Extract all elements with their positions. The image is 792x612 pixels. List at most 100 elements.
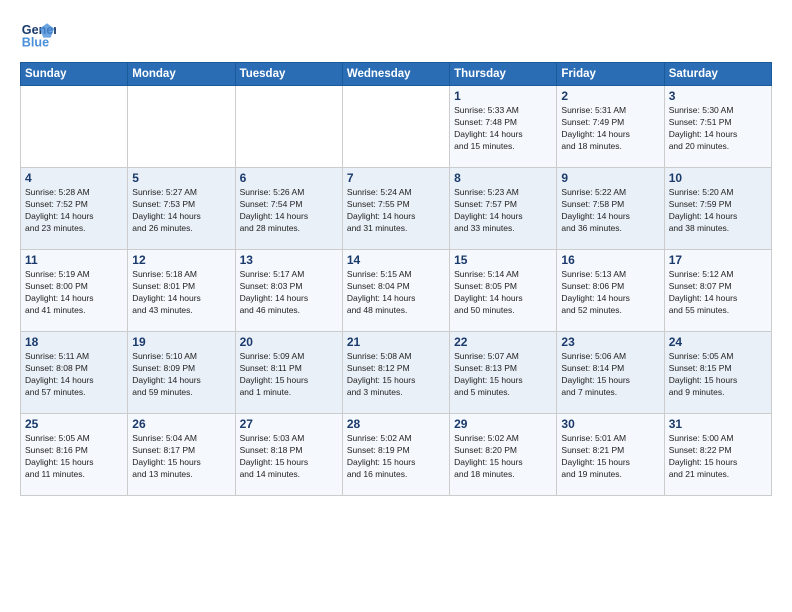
day-number: 2 [561, 89, 659, 103]
cell-details: Sunrise: 5:10 AMSunset: 8:09 PMDaylight:… [132, 351, 230, 399]
calendar-week-row: 4 Sunrise: 5:28 AMSunset: 7:52 PMDaylight… [21, 168, 772, 250]
cell-details: Sunrise: 5:20 AMSunset: 7:59 PMDaylight:… [669, 187, 767, 235]
day-number: 11 [25, 253, 123, 267]
calendar-day-header: Friday [557, 63, 664, 86]
calendar-cell: 8 Sunrise: 5:23 AMSunset: 7:57 PMDaylight… [450, 168, 557, 250]
day-number: 24 [669, 335, 767, 349]
cell-details: Sunrise: 5:24 AMSunset: 7:55 PMDaylight:… [347, 187, 445, 235]
cell-details: Sunrise: 5:19 AMSunset: 8:00 PMDaylight:… [25, 269, 123, 317]
day-number: 22 [454, 335, 552, 349]
day-number: 28 [347, 417, 445, 431]
cell-details: Sunrise: 5:26 AMSunset: 7:54 PMDaylight:… [240, 187, 338, 235]
day-number: 4 [25, 171, 123, 185]
calendar-week-row: 25 Sunrise: 5:05 AMSunset: 8:16 PMDayligh… [21, 414, 772, 496]
calendar-week-row: 11 Sunrise: 5:19 AMSunset: 8:00 PMDayligh… [21, 250, 772, 332]
day-number: 14 [347, 253, 445, 267]
calendar-cell: 25 Sunrise: 5:05 AMSunset: 8:16 PMDayligh… [21, 414, 128, 496]
day-number: 16 [561, 253, 659, 267]
calendar-cell: 4 Sunrise: 5:28 AMSunset: 7:52 PMDaylight… [21, 168, 128, 250]
cell-details: Sunrise: 5:15 AMSunset: 8:04 PMDaylight:… [347, 269, 445, 317]
calendar-cell: 19 Sunrise: 5:10 AMSunset: 8:09 PMDayligh… [128, 332, 235, 414]
calendar-cell: 21Sunrise: 5:08 AMSunset: 8:12 PMDayligh… [342, 332, 449, 414]
calendar-cell: 17 Sunrise: 5:12 AMSunset: 8:07 PMDayligh… [664, 250, 771, 332]
calendar-day-header: Wednesday [342, 63, 449, 86]
calendar-week-row: 1Sunrise: 5:33 AMSunset: 7:48 PMDaylight… [21, 86, 772, 168]
calendar-cell [128, 86, 235, 168]
day-number: 6 [240, 171, 338, 185]
calendar-cell: 27Sunrise: 5:03 AMSunset: 8:18 PMDayligh… [235, 414, 342, 496]
day-number: 5 [132, 171, 230, 185]
day-number: 19 [132, 335, 230, 349]
calendar-cell: 11 Sunrise: 5:19 AMSunset: 8:00 PMDayligh… [21, 250, 128, 332]
calendar-cell: 30 Sunrise: 5:01 AMSunset: 8:21 PMDayligh… [557, 414, 664, 496]
day-number: 21 [347, 335, 445, 349]
calendar-cell: 28 Sunrise: 5:02 AMSunset: 8:19 PMDayligh… [342, 414, 449, 496]
calendar-cell: 7 Sunrise: 5:24 AMSunset: 7:55 PMDaylight… [342, 168, 449, 250]
calendar-cell: 1Sunrise: 5:33 AMSunset: 7:48 PMDaylight… [450, 86, 557, 168]
day-number: 17 [669, 253, 767, 267]
calendar-cell: 14 Sunrise: 5:15 AMSunset: 8:04 PMDayligh… [342, 250, 449, 332]
calendar-day-header: Tuesday [235, 63, 342, 86]
calendar-cell: 22 Sunrise: 5:07 AMSunset: 8:13 PMDayligh… [450, 332, 557, 414]
calendar-cell: 15Sunrise: 5:14 AMSunset: 8:05 PMDayligh… [450, 250, 557, 332]
calendar-header-row: SundayMondayTuesdayWednesdayThursdayFrid… [21, 63, 772, 86]
cell-details: Sunrise: 5:05 AMSunset: 8:16 PMDaylight:… [25, 433, 123, 481]
calendar-cell: 16 Sunrise: 5:13 AMSunset: 8:06 PMDayligh… [557, 250, 664, 332]
cell-details: Sunrise: 5:17 AMSunset: 8:03 PMDaylight:… [240, 269, 338, 317]
cell-details: Sunrise: 5:03 AMSunset: 8:18 PMDaylight:… [240, 433, 338, 481]
cell-details: Sunrise: 5:33 AMSunset: 7:48 PMDaylight:… [454, 105, 552, 153]
cell-details: Sunrise: 5:31 AMSunset: 7:49 PMDaylight:… [561, 105, 659, 153]
calendar-cell: 2 Sunrise: 5:31 AMSunset: 7:49 PMDaylight… [557, 86, 664, 168]
day-number: 26 [132, 417, 230, 431]
day-number: 25 [25, 417, 123, 431]
cell-details: Sunrise: 5:02 AMSunset: 8:19 PMDaylight:… [347, 433, 445, 481]
logo-icon: General Blue [20, 16, 56, 52]
calendar-cell: 23Sunrise: 5:06 AMSunset: 8:14 PMDayligh… [557, 332, 664, 414]
calendar-cell: 29 Sunrise: 5:02 AMSunset: 8:20 PMDayligh… [450, 414, 557, 496]
day-number: 31 [669, 417, 767, 431]
calendar-day-header: Monday [128, 63, 235, 86]
calendar-week-row: 18Sunrise: 5:11 AMSunset: 8:08 PMDayligh… [21, 332, 772, 414]
page: General Blue SundayMondayTuesdayWednesda… [0, 0, 792, 612]
day-number: 15 [454, 253, 552, 267]
header: General Blue [20, 16, 772, 52]
calendar-cell: 20Sunrise: 5:09 AMSunset: 8:11 PMDayligh… [235, 332, 342, 414]
calendar-cell: 9Sunrise: 5:22 AMSunset: 7:58 PMDaylight… [557, 168, 664, 250]
calendar-cell: 12Sunrise: 5:18 AMSunset: 8:01 PMDayligh… [128, 250, 235, 332]
cell-details: Sunrise: 5:22 AMSunset: 7:58 PMDaylight:… [561, 187, 659, 235]
logo: General Blue [20, 16, 56, 52]
cell-details: Sunrise: 5:30 AMSunset: 7:51 PMDaylight:… [669, 105, 767, 153]
calendar-cell: 10Sunrise: 5:20 AMSunset: 7:59 PMDayligh… [664, 168, 771, 250]
calendar-day-header: Sunday [21, 63, 128, 86]
calendar-cell [21, 86, 128, 168]
calendar-cell: 31Sunrise: 5:00 AMSunset: 8:22 PMDayligh… [664, 414, 771, 496]
cell-details: Sunrise: 5:05 AMSunset: 8:15 PMDaylight:… [669, 351, 767, 399]
day-number: 7 [347, 171, 445, 185]
calendar-table: SundayMondayTuesdayWednesdayThursdayFrid… [20, 62, 772, 496]
svg-text:Blue: Blue [22, 36, 49, 50]
day-number: 12 [132, 253, 230, 267]
day-number: 13 [240, 253, 338, 267]
cell-details: Sunrise: 5:07 AMSunset: 8:13 PMDaylight:… [454, 351, 552, 399]
calendar-cell: 18Sunrise: 5:11 AMSunset: 8:08 PMDayligh… [21, 332, 128, 414]
cell-details: Sunrise: 5:28 AMSunset: 7:52 PMDaylight:… [25, 187, 123, 235]
calendar-cell: 3 Sunrise: 5:30 AMSunset: 7:51 PMDaylight… [664, 86, 771, 168]
calendar-cell [342, 86, 449, 168]
cell-details: Sunrise: 5:23 AMSunset: 7:57 PMDaylight:… [454, 187, 552, 235]
cell-details: Sunrise: 5:12 AMSunset: 8:07 PMDaylight:… [669, 269, 767, 317]
cell-details: Sunrise: 5:04 AMSunset: 8:17 PMDaylight:… [132, 433, 230, 481]
cell-details: Sunrise: 5:02 AMSunset: 8:20 PMDaylight:… [454, 433, 552, 481]
cell-details: Sunrise: 5:09 AMSunset: 8:11 PMDaylight:… [240, 351, 338, 399]
day-number: 18 [25, 335, 123, 349]
cell-details: Sunrise: 5:06 AMSunset: 8:14 PMDaylight:… [561, 351, 659, 399]
cell-details: Sunrise: 5:01 AMSunset: 8:21 PMDaylight:… [561, 433, 659, 481]
day-number: 3 [669, 89, 767, 103]
calendar-cell: 6 Sunrise: 5:26 AMSunset: 7:54 PMDaylight… [235, 168, 342, 250]
cell-details: Sunrise: 5:13 AMSunset: 8:06 PMDaylight:… [561, 269, 659, 317]
day-number: 29 [454, 417, 552, 431]
cell-details: Sunrise: 5:27 AMSunset: 7:53 PMDaylight:… [132, 187, 230, 235]
day-number: 8 [454, 171, 552, 185]
day-number: 30 [561, 417, 659, 431]
calendar-day-header: Saturday [664, 63, 771, 86]
calendar-day-header: Thursday [450, 63, 557, 86]
